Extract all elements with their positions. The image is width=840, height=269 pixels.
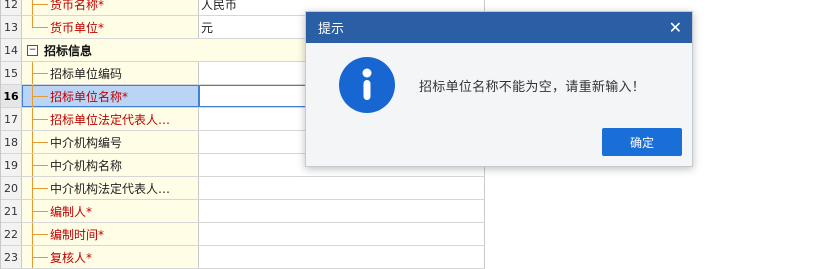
tree-connector — [28, 0, 50, 15]
label-cell[interactable]: 招标单位名称* — [22, 85, 199, 107]
table-row[interactable]: 21 编制人* — [1, 200, 485, 223]
row-number: 16 — [1, 85, 22, 107]
row-number: 14 — [1, 39, 22, 61]
field-label: 中介机构编号 — [50, 135, 123, 150]
row-number: 22 — [1, 223, 22, 245]
field-label: 招标单位法定代表人… — [50, 112, 171, 127]
tree-connector — [28, 177, 50, 199]
tree-connector — [28, 223, 50, 245]
row-number: 15 — [1, 62, 22, 84]
value-cell[interactable] — [199, 200, 485, 222]
row-number: 12 — [1, 0, 22, 15]
collapse-toggle-icon[interactable]: − — [27, 44, 38, 56]
value-cell[interactable] — [199, 223, 485, 245]
ok-button[interactable]: 确定 — [602, 128, 682, 156]
field-label: 招标单位编码 — [50, 66, 123, 81]
tree-connector — [28, 62, 50, 84]
table-row[interactable]: 20 中介机构法定代表人… — [1, 177, 485, 200]
value-cell[interactable] — [199, 177, 485, 199]
label-cell[interactable]: 货币单位* — [22, 16, 199, 38]
close-icon[interactable]: ✕ — [669, 19, 682, 36]
tree-connector — [28, 246, 50, 268]
field-label: 中介机构名称 — [50, 158, 123, 173]
alert-dialog: 提示 ✕ 招标单位名称不能为空，请重新输入！ 确定 — [305, 11, 693, 167]
label-cell[interactable]: 中介机构名称 — [22, 154, 199, 176]
field-label: 中介机构法定代表人… — [50, 181, 171, 196]
field-label: 货币单位* — [50, 20, 105, 35]
info-icon — [339, 57, 395, 113]
row-number: 23 — [1, 246, 22, 268]
value-cell[interactable] — [199, 246, 485, 268]
group-title: 招标信息 — [44, 43, 93, 58]
row-number: 19 — [1, 154, 22, 176]
label-cell[interactable]: 中介机构编号 — [22, 131, 199, 153]
label-cell[interactable]: 中介机构法定代表人… — [22, 177, 199, 199]
row-number: 21 — [1, 200, 22, 222]
table-row[interactable]: 22 编制时间* — [1, 223, 485, 246]
label-cell[interactable]: 货币名称* — [22, 0, 199, 15]
tree-connector — [28, 16, 50, 38]
tree-connector — [28, 108, 50, 130]
label-cell[interactable]: 复核人* — [22, 246, 199, 268]
field-label: 招标单位名称* — [50, 89, 129, 104]
dialog-title: 提示 — [318, 22, 345, 37]
label-cell[interactable]: 编制人* — [22, 200, 199, 222]
dialog-message: 招标单位名称不能为空，请重新输入！ — [419, 79, 646, 95]
row-number: 20 — [1, 177, 22, 199]
field-label: 编制时间* — [50, 227, 105, 242]
row-number: 13 — [1, 16, 22, 38]
dialog-header[interactable]: 提示 ✕ — [306, 12, 692, 43]
row-number: 18 — [1, 131, 22, 153]
dialog-body: 招标单位名称不能为空，请重新输入！ — [306, 43, 692, 127]
label-cell[interactable]: 编制时间* — [22, 223, 199, 245]
tree-connector — [28, 85, 50, 107]
row-number: 17 — [1, 108, 22, 130]
tree-connector — [28, 200, 50, 222]
tree-connector — [28, 131, 50, 153]
label-cell[interactable]: 招标单位编码 — [22, 62, 199, 84]
table-row[interactable]: 23 复核人* — [1, 246, 485, 269]
tree-connector — [28, 154, 50, 176]
field-label: 编制人* — [50, 204, 93, 219]
field-label: 货币名称* — [50, 0, 105, 12]
label-cell[interactable]: 招标单位法定代表人… — [22, 108, 199, 130]
field-label: 复核人* — [50, 250, 93, 265]
